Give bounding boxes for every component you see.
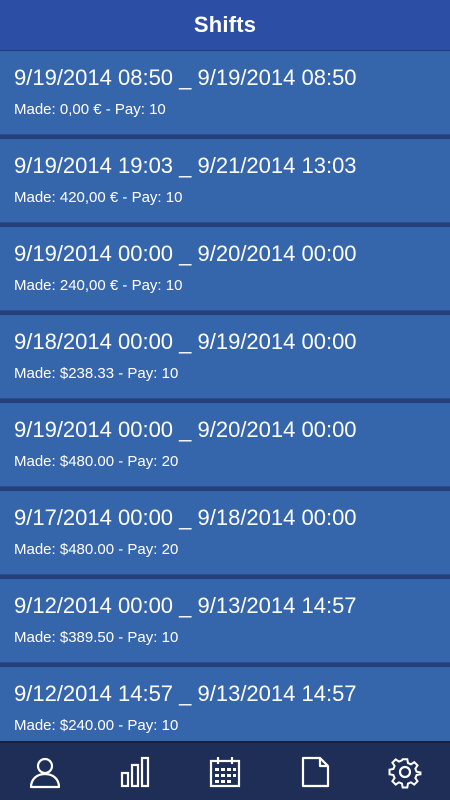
made-label: Made:	[14, 629, 60, 646]
made-value: 0,00 €	[59, 101, 102, 118]
shift-range: 9/12/2014 14:57 _ 9/13/2014 14:57	[14, 681, 357, 706]
gear-icon	[388, 757, 422, 788]
pay-value: 10	[165, 277, 183, 294]
person-icon	[29, 757, 61, 788]
made-value: $240.00	[59, 717, 115, 734]
shift-row[interactable]: 9/18/2014 00:00 _ 9/19/2014 00:00 Made: …	[0, 315, 450, 399]
pay-label: - Pay:	[114, 717, 162, 734]
pay-label: - Pay:	[118, 189, 166, 206]
pay-label: - Pay:	[118, 277, 166, 294]
made-value: $480.00	[59, 541, 115, 558]
shift-summary: Made: 420,00 € - Pay: 10	[14, 189, 436, 206]
shift-row[interactable]: 9/19/2014 08:50 _ 9/19/2014 08:50 Made: …	[0, 51, 450, 135]
shift-summary: Made: $389.50 - Pay: 10	[14, 629, 436, 646]
app-header: Shifts	[0, 0, 450, 51]
made-value: $480.00	[59, 453, 115, 470]
pay-value: 10	[165, 189, 183, 206]
tab-calendar[interactable]	[195, 743, 255, 800]
shift-range: 9/19/2014 00:00 _ 9/20/2014 00:00	[14, 417, 357, 442]
shift-range: 9/19/2014 08:50 _ 9/19/2014 08:50	[14, 65, 357, 90]
shift-range: 9/12/2014 00:00 _ 9/13/2014 14:57	[14, 593, 357, 618]
pay-label: - Pay:	[114, 629, 162, 646]
calendar-icon	[209, 756, 241, 787]
bottom-tab-bar	[0, 741, 450, 800]
shift-list[interactable]: 9/19/2014 08:50 _ 9/19/2014 08:50 Made: …	[0, 51, 450, 743]
document-icon	[301, 756, 330, 787]
pay-label: - Pay:	[114, 541, 162, 558]
shift-range: 9/18/2014 00:00 _ 9/19/2014 00:00	[14, 329, 357, 354]
made-label: Made:	[14, 541, 60, 558]
tab-settings[interactable]	[375, 743, 435, 800]
made-label: Made:	[14, 365, 60, 382]
made-label: Made:	[14, 101, 60, 118]
shift-summary: Made: 0,00 € - Pay: 10	[14, 101, 436, 118]
shift-summary: Made: $480.00 - Pay: 20	[14, 541, 436, 558]
tab-reports[interactable]	[285, 743, 345, 800]
bar-chart-icon	[120, 756, 150, 787]
made-value: 240,00 €	[59, 277, 119, 294]
pay-value: 10	[161, 365, 179, 382]
pay-value: 20	[161, 453, 179, 470]
shift-row[interactable]: 9/19/2014 00:00 _ 9/20/2014 00:00 Made: …	[0, 403, 450, 487]
made-value: $389.50	[59, 629, 115, 646]
made-label: Made:	[14, 453, 60, 470]
shift-range: 9/17/2014 00:00 _ 9/18/2014 00:00	[14, 505, 357, 530]
tab-profile[interactable]	[15, 743, 75, 800]
tab-statistics[interactable]	[105, 743, 165, 800]
shift-range: 9/19/2014 19:03 _ 9/21/2014 13:03	[14, 153, 357, 178]
shift-row[interactable]: 9/12/2014 14:57 _ 9/13/2014 14:57 Made: …	[0, 667, 450, 743]
shift-row[interactable]: 9/19/2014 00:00 _ 9/20/2014 00:00 Made: …	[0, 227, 450, 311]
made-value: 420,00 €	[59, 189, 119, 206]
made-label: Made:	[14, 189, 60, 206]
pay-label: - Pay:	[114, 453, 162, 470]
pay-value: 10	[161, 629, 179, 646]
page-title: Shifts	[193, 12, 257, 37]
shift-summary: Made: $480.00 - Pay: 20	[14, 453, 436, 470]
pay-label: - Pay:	[114, 365, 162, 382]
shift-row[interactable]: 9/19/2014 19:03 _ 9/21/2014 13:03 Made: …	[0, 139, 450, 223]
made-value: $238.33	[59, 365, 115, 382]
shift-summary: Made: $240.00 - Pay: 10	[14, 717, 436, 734]
pay-label: - Pay:	[101, 101, 150, 118]
shift-summary: Made: 240,00 € - Pay: 10	[14, 277, 436, 294]
shift-range: 9/19/2014 00:00 _ 9/20/2014 00:00	[14, 241, 357, 266]
shift-summary: Made: $238.33 - Pay: 10	[14, 365, 436, 382]
made-label: Made:	[14, 717, 60, 734]
shift-row[interactable]: 9/17/2014 00:00 _ 9/18/2014 00:00 Made: …	[0, 491, 450, 575]
pay-value: 10	[149, 101, 166, 118]
pay-value: 20	[161, 541, 179, 558]
shift-row[interactable]: 9/12/2014 00:00 _ 9/13/2014 14:57 Made: …	[0, 579, 450, 663]
made-label: Made:	[14, 277, 60, 294]
pay-value: 10	[161, 717, 179, 734]
